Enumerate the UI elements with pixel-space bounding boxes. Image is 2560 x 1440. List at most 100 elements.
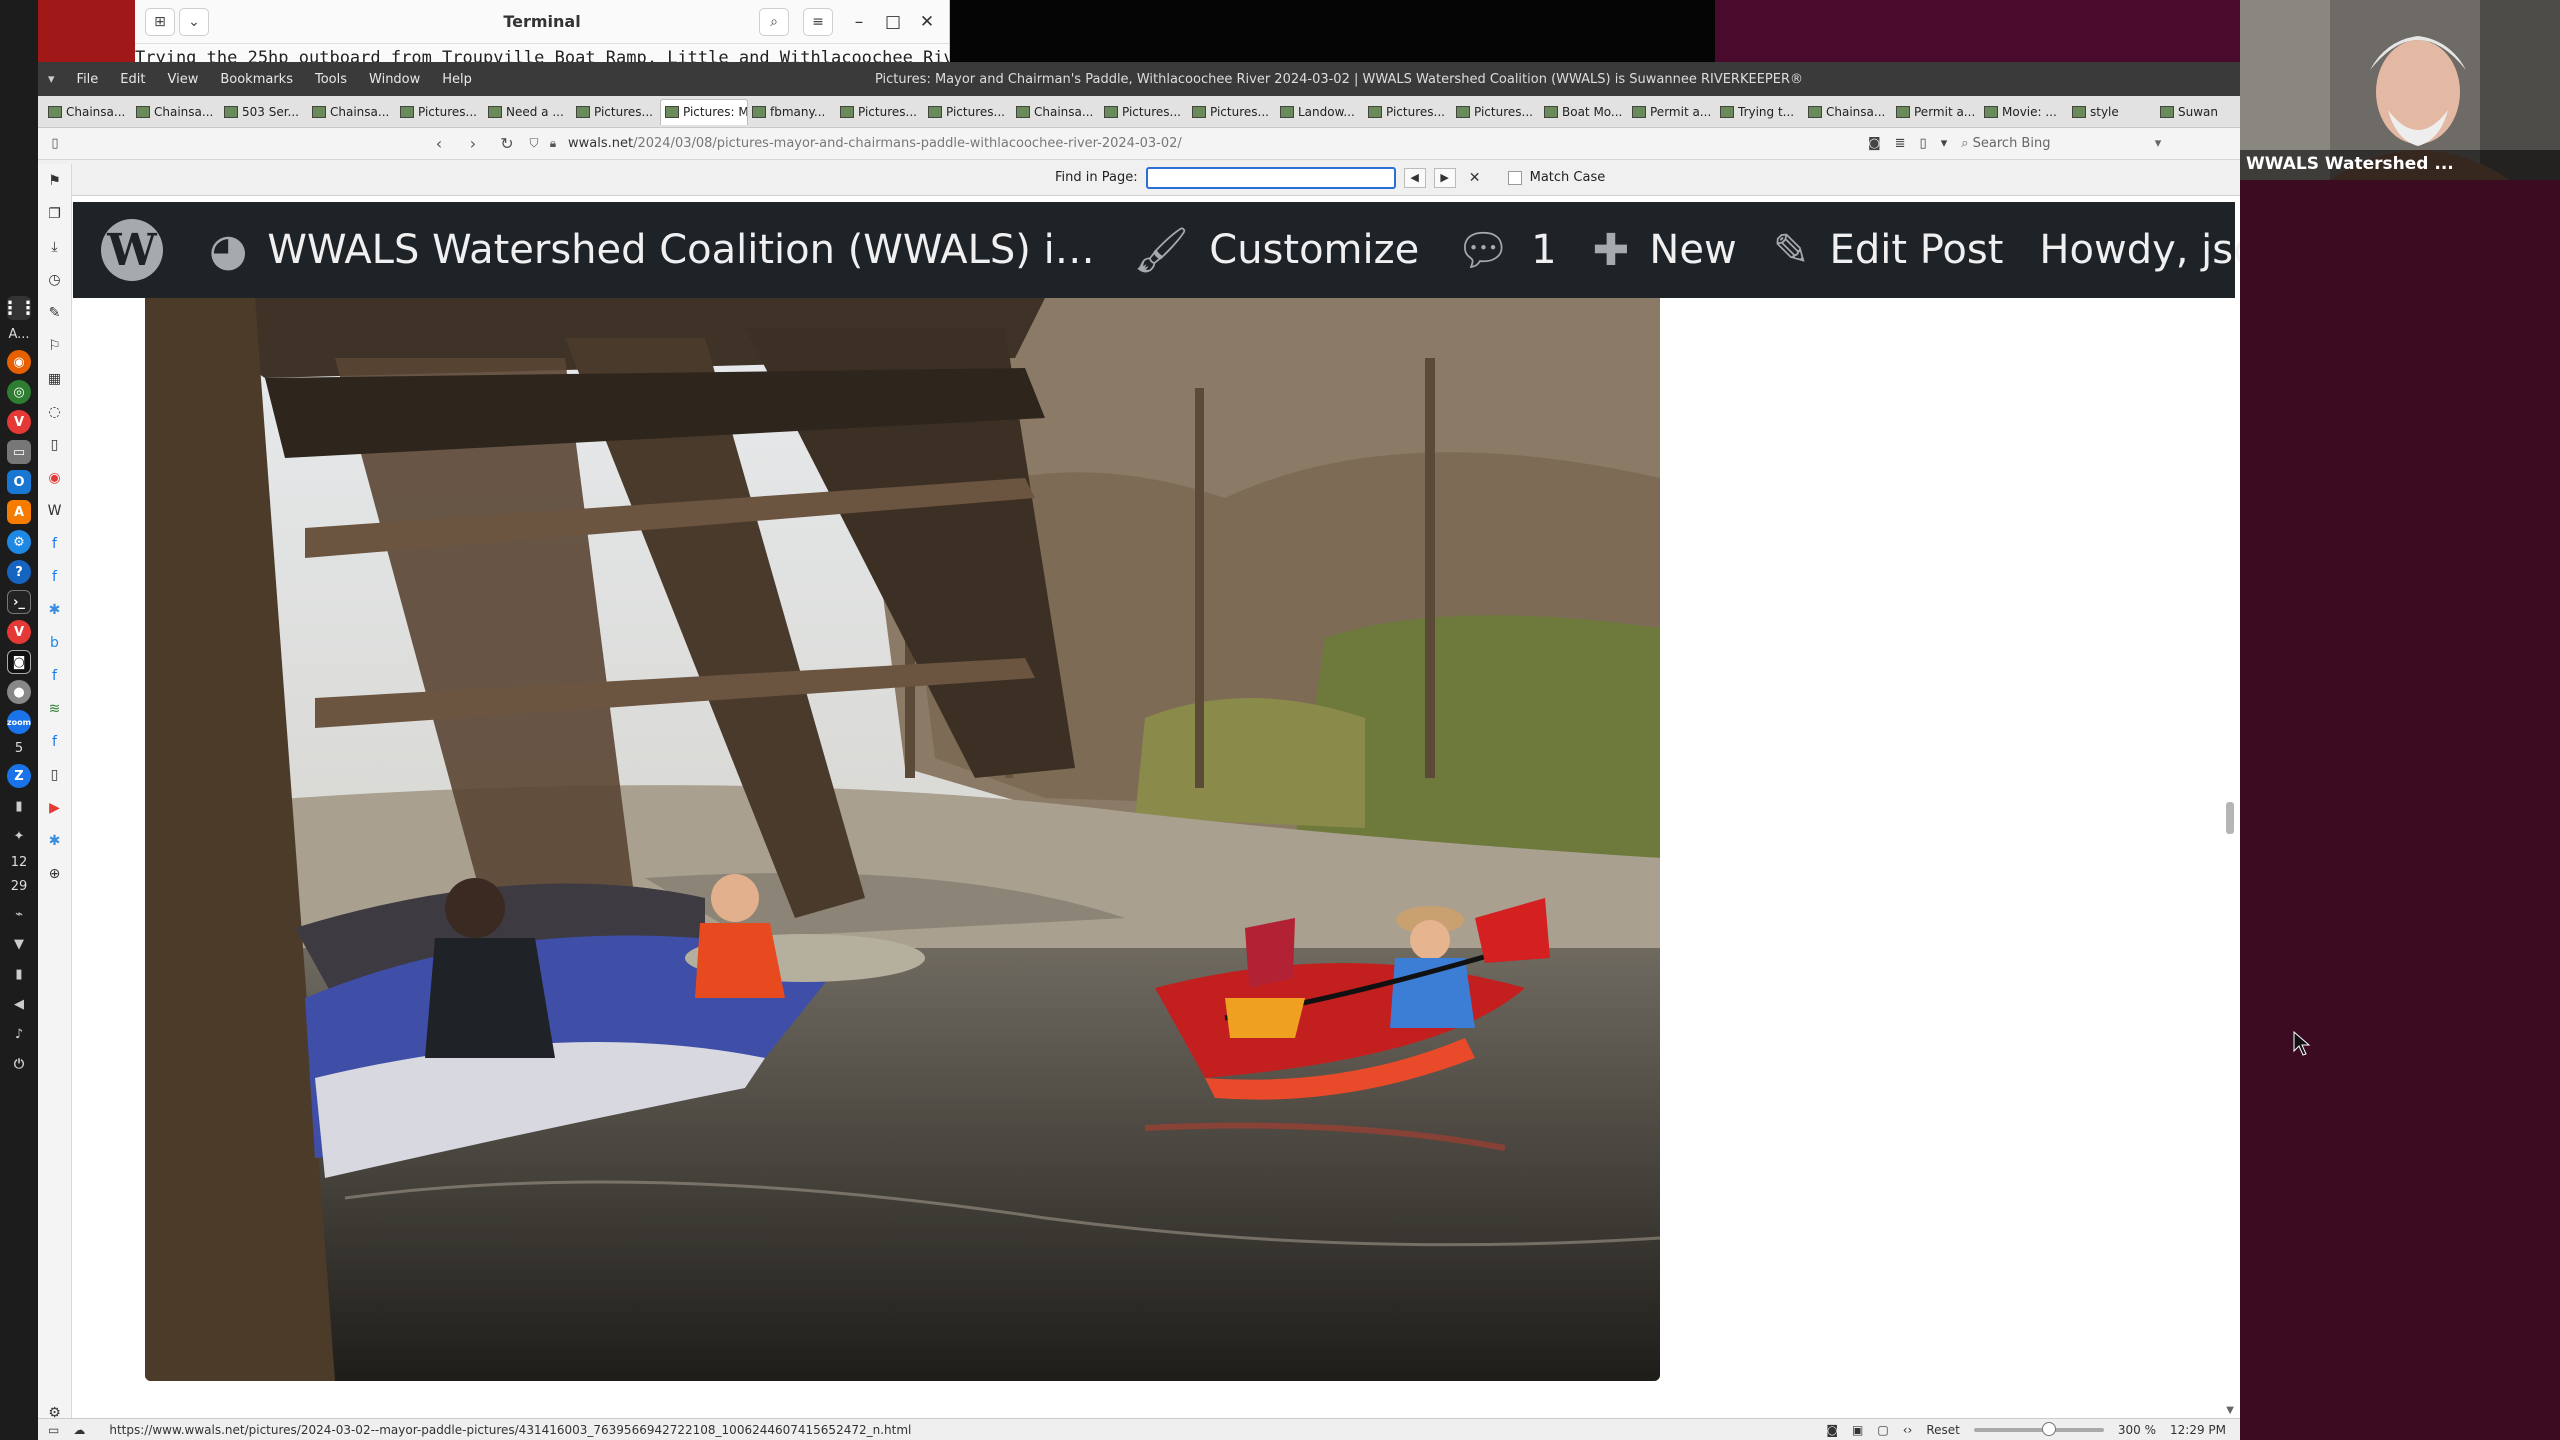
site-name-link[interactable]: ◕ WWALS Watershed Coalition (WWALS) is S… (191, 202, 1115, 298)
terminal-icon[interactable]: ›_ (7, 590, 31, 614)
feed-icon[interactable]: ≋ (45, 698, 65, 720)
browser-tab[interactable]: Chainsa... (1804, 99, 1892, 125)
panel-icon[interactable]: ▭ (48, 1423, 59, 1437)
wifi-icon[interactable]: ▼ (7, 932, 31, 956)
browser-tab[interactable]: 503 Ser... (220, 99, 308, 125)
add-panel-icon[interactable]: ⊕ (45, 863, 65, 885)
maximize-icon[interactable]: □ (881, 12, 905, 32)
chevron-down-icon[interactable]: ▾ (1941, 136, 1948, 151)
browser-tab[interactable]: Pictures... (1452, 99, 1540, 125)
close-icon[interactable]: ✕ (1464, 168, 1486, 188)
code-icon[interactable]: ‹› (1903, 1423, 1913, 1437)
accessibility-icon[interactable]: ✦ (7, 824, 31, 848)
reading-icon[interactable]: ⚐ (45, 335, 65, 357)
zoom-app-icon[interactable]: zoom (7, 710, 31, 734)
facebook-icon[interactable]: f (45, 731, 65, 753)
browser-tab[interactable]: Boat Mo... (1540, 99, 1628, 125)
browser-tab[interactable]: Pictures... (924, 99, 1012, 125)
settings-icon[interactable]: ⚙ (7, 530, 31, 554)
comments-link[interactable]: 💬︎ 1 (1437, 202, 1574, 298)
outlook-icon[interactable]: O (7, 470, 31, 494)
panel-toggle-icon[interactable]: ▯ (38, 136, 72, 151)
customize-link[interactable]: 🖌︎ Customize (1115, 202, 1437, 298)
browser-tab[interactable]: Pictures: M (660, 98, 748, 125)
vivaldi-icon[interactable]: ◉ (45, 467, 65, 489)
page-icon[interactable]: ▯ (45, 434, 65, 456)
software-center-icon[interactable]: A (7, 500, 31, 524)
browser-tab[interactable]: Suwan (2156, 99, 2240, 125)
find-input[interactable] (1145, 166, 1396, 189)
vivaldi-icon[interactable]: V (7, 620, 31, 644)
kayak-photo[interactable] (145, 298, 1660, 1381)
tabs-icon[interactable]: ❐ (45, 203, 65, 225)
help-icon[interactable]: ? (7, 560, 31, 584)
notifications-icon[interactable]: ⌁ (7, 902, 31, 926)
chevron-down-icon[interactable]: ▾ (2155, 136, 2162, 151)
new-content-link[interactable]: ✚ New (1575, 202, 1755, 298)
browser-tab[interactable]: Chainsa... (308, 99, 396, 125)
chat-icon[interactable]: ◌ (45, 401, 65, 423)
browser-window[interactable]: ▾ File Edit View Bookmarks Tools Window … (38, 62, 2240, 1440)
menu-file[interactable]: File (77, 72, 99, 87)
menu-view[interactable]: View (167, 72, 198, 87)
close-icon[interactable]: ✕ (915, 12, 939, 32)
vivaldi-menu-icon[interactable]: ▾ (48, 72, 55, 87)
browser-tab[interactable]: Movie: ... (1980, 99, 2068, 125)
browser-tab[interactable]: Pictures... (572, 99, 660, 125)
tile-icon[interactable]: ▣ (1852, 1423, 1863, 1437)
menu-bookmarks[interactable]: Bookmarks (220, 72, 293, 87)
zoom-slider-knob[interactable] (2041, 1421, 2056, 1436)
wikipedia-icon[interactable]: W (45, 500, 65, 522)
files-icon[interactable]: ▭ (7, 440, 31, 464)
reset-zoom-button[interactable]: Reset (1926, 1423, 1960, 1437)
tray-icon[interactable]: ▮ (7, 794, 31, 818)
chrome-icon[interactable]: ◎ (7, 380, 31, 404)
menu-tools[interactable]: Tools (315, 72, 347, 87)
volume-icon[interactable]: ◀ (7, 992, 31, 1016)
browser-tab[interactable]: fbmany... (748, 99, 836, 125)
bookmark-icon[interactable]: ⚑ (45, 170, 65, 192)
window-icon[interactable]: ▢ (1877, 1423, 1888, 1437)
reload-icon[interactable]: ↻ (490, 134, 524, 153)
screenshot-icon[interactable]: ◙ (7, 650, 31, 674)
browser-tab[interactable]: Pictures... (1188, 99, 1276, 125)
menu-edit[interactable]: Edit (120, 72, 145, 87)
notes-icon[interactable]: ✎ (45, 302, 65, 324)
asterisk-icon[interactable]: ✱ (45, 599, 65, 621)
menu-window[interactable]: Window (369, 72, 420, 87)
browser-tab[interactable]: Permit a... (1892, 99, 1980, 125)
power-icon[interactable]: ⏻ (7, 1052, 31, 1076)
hamburger-menu-icon[interactable]: ≡ (803, 7, 833, 36)
facebook-icon[interactable]: f (45, 665, 65, 687)
browser-tab[interactable]: Chainsa... (132, 99, 220, 125)
microphone-icon[interactable]: ♪ (7, 1022, 31, 1046)
browser-tab[interactable]: Pictures... (1100, 99, 1188, 125)
wordpress-logo[interactable]: W (73, 202, 191, 298)
match-case-checkbox[interactable] (1507, 170, 1522, 185)
zoom-meeting-icon[interactable]: Z (7, 764, 31, 788)
scroll-down-icon[interactable]: ▼ (2226, 1405, 2234, 1416)
history-icon[interactable]: ◷ (45, 269, 65, 291)
url-field[interactable]: wwals.net/2024/03/08/pictures-mayor-and-… (568, 136, 1182, 151)
battery-icon[interactable]: ▮ (7, 962, 31, 986)
minimize-icon[interactable]: – (847, 12, 871, 32)
bing-icon[interactable]: b (45, 632, 65, 654)
browser-tab[interactable]: Need a ... (484, 99, 572, 125)
app-grid-icon[interactable]: ⋮⋮ (1, 296, 37, 320)
my-account-link[interactable]: Howdy, jsq (2021, 202, 2240, 298)
forward-icon[interactable]: › (456, 134, 490, 153)
facebook-icon[interactable]: f (45, 533, 65, 555)
browser-tab[interactable]: Chainsa... (1012, 99, 1100, 125)
browser-tab[interactable]: style (2068, 99, 2156, 125)
calendar-icon[interactable]: ▦ (45, 368, 65, 390)
shield-icon[interactable]: ⛉ (524, 136, 544, 151)
find-next-icon[interactable]: ▶ (1433, 167, 1456, 188)
asterisk-icon[interactable]: ✱ (45, 830, 65, 852)
zoom-slider[interactable] (1973, 1421, 2104, 1436)
cloud-icon[interactable]: ☁ (73, 1423, 85, 1437)
browser-tab[interactable]: Pictures... (1364, 99, 1452, 125)
bookmark-icon[interactable]: ▯ (1920, 136, 1927, 151)
rss-icon[interactable]: ◙ (1868, 136, 1881, 151)
search-icon[interactable]: ⌕ (759, 7, 789, 36)
download-icon[interactable]: ⤓ (45, 236, 65, 258)
